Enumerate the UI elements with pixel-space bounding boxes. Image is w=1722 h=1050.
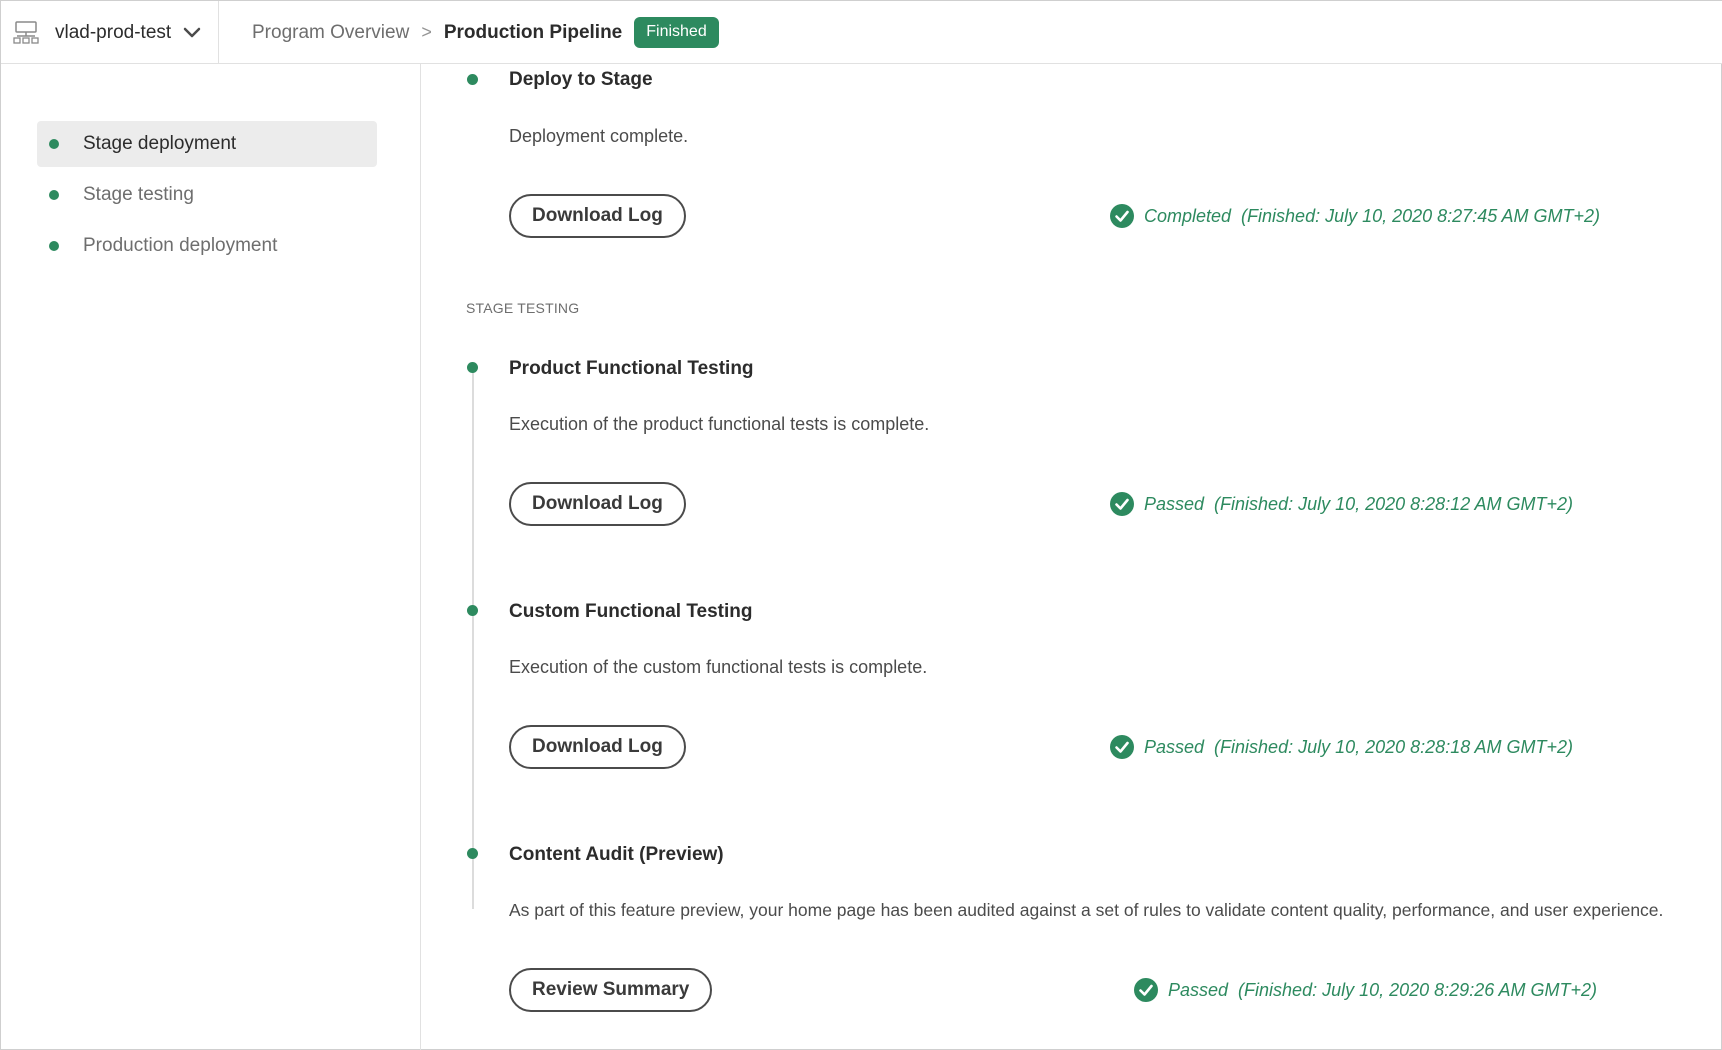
step-status-dot xyxy=(467,362,478,373)
finished-timestamp: (Finished: July 10, 2020 8:27:45 AM GMT+… xyxy=(1241,205,1601,226)
sidebar-item-production-deployment[interactable]: Production deployment xyxy=(37,223,377,269)
review-summary-button[interactable]: Review Summary xyxy=(509,968,713,1012)
step-title-deploy-to-stage: Deploy to Stage xyxy=(509,69,653,90)
breadcrumb-separator: > xyxy=(421,22,432,42)
program-switcher[interactable]: vlad-prod-test xyxy=(1,1,219,64)
page-title: Production Pipeline xyxy=(443,21,623,43)
step-description: Execution of the custom functional tests… xyxy=(509,657,928,677)
step-status: Passed (Finished: July 10, 2020 8:28:18 … xyxy=(1110,735,1573,759)
app-frame: vlad-prod-test Program Overview > Produc… xyxy=(0,0,1722,1050)
finished-timestamp: (Finished: July 10, 2020 8:28:12 AM GMT+… xyxy=(1214,493,1574,514)
checkmark-circle-icon xyxy=(1134,978,1158,1002)
step-title-product-functional-testing: Product Functional Testing xyxy=(509,358,754,379)
step-description: Execution of the product functional test… xyxy=(509,414,930,434)
status-dot xyxy=(49,190,59,200)
step-status: Passed (Finished: July 10, 2020 8:29:26 … xyxy=(1134,978,1597,1002)
sidebar-item-label: Stage testing xyxy=(83,184,194,205)
program-icon xyxy=(13,20,39,44)
status-text: Passed xyxy=(1144,736,1205,757)
checkmark-circle-icon xyxy=(1110,492,1134,516)
sidebar: Stage deployment Stage testing Productio… xyxy=(1,64,421,1050)
download-log-button[interactable]: Download Log xyxy=(509,482,686,526)
step-description: Deployment complete. xyxy=(509,126,689,146)
status-text: Passed xyxy=(1144,493,1205,514)
status-badge: Finished xyxy=(634,17,719,48)
chevron-down-icon xyxy=(183,27,201,37)
program-name: vlad-prod-test xyxy=(55,21,172,43)
sidebar-item-label: Stage deployment xyxy=(83,133,237,154)
step-title-custom-functional-testing: Custom Functional Testing xyxy=(509,601,753,622)
sidebar-item-stage-testing[interactable]: Stage testing xyxy=(37,172,377,218)
status-text: Passed xyxy=(1168,979,1229,1000)
breadcrumb: Program Overview > Production Pipeline F… xyxy=(252,1,719,64)
status-dot xyxy=(49,241,59,251)
step-status-dot xyxy=(467,848,478,859)
checkmark-circle-icon xyxy=(1110,735,1134,759)
download-log-button[interactable]: Download Log xyxy=(509,194,686,238)
sidebar-item-stage-deployment[interactable]: Stage deployment xyxy=(37,121,377,167)
checkmark-circle-icon xyxy=(1110,204,1134,228)
timeline-connector xyxy=(472,364,474,909)
breadcrumb-program-overview[interactable]: Program Overview xyxy=(252,22,409,44)
finished-timestamp: (Finished: July 10, 2020 8:29:26 AM GMT+… xyxy=(1238,979,1598,1000)
section-label-stage-testing: STAGE TESTING xyxy=(466,300,580,316)
download-log-button[interactable]: Download Log xyxy=(509,725,686,769)
step-title-content-audit: Content Audit (Preview) xyxy=(509,844,724,865)
sidebar-item-label: Production deployment xyxy=(83,235,278,256)
step-status-dot xyxy=(467,605,478,616)
status-text: Completed xyxy=(1144,205,1232,226)
step-status: Completed (Finished: July 10, 2020 8:27:… xyxy=(1110,204,1600,228)
step-description: As part of this feature preview, your ho… xyxy=(509,900,1664,920)
pipeline-details: Deploy to Stage Deployment complete. Dow… xyxy=(422,64,1722,1050)
status-dot xyxy=(49,139,59,149)
step-status-dot xyxy=(467,74,478,85)
finished-timestamp: (Finished: July 10, 2020 8:28:18 AM GMT+… xyxy=(1214,736,1574,757)
step-status: Passed (Finished: July 10, 2020 8:28:12 … xyxy=(1110,492,1573,516)
top-bar: vlad-prod-test Program Overview > Produc… xyxy=(1,1,1722,64)
